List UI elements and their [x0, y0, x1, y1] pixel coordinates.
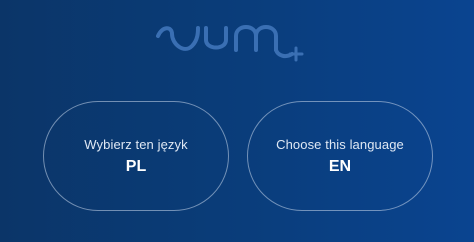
language-option-en[interactable]: Choose this language EN: [247, 101, 433, 211]
language-code-pl: PL: [125, 157, 147, 175]
language-prompt-pl: Wybierz ten język: [84, 136, 188, 152]
sum-logo-icon: [156, 25, 304, 62]
language-option-pl[interactable]: Wybierz ten język PL: [43, 101, 229, 211]
language-code-en: EN: [328, 157, 352, 175]
language-prompt-en: Choose this language: [276, 136, 404, 152]
